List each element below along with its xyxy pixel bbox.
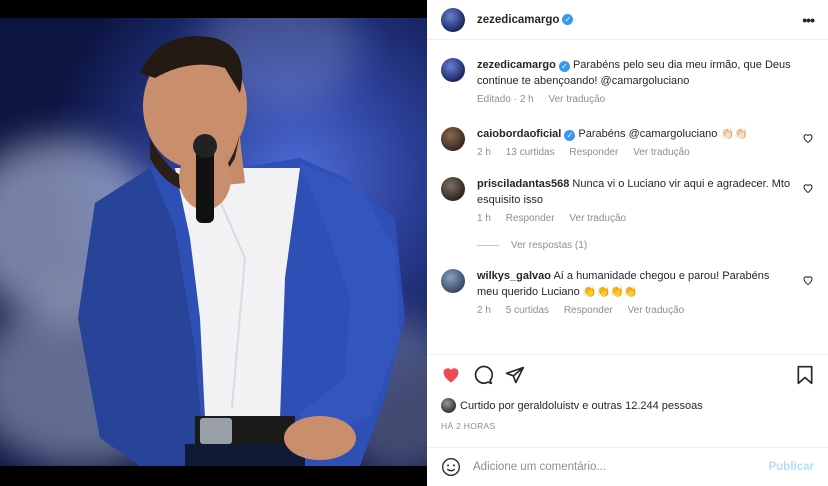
replies-divider: [477, 245, 499, 246]
comment-time: 1 h: [477, 213, 491, 224]
singer-figure: [78, 36, 405, 466]
commenter-username[interactable]: wilkys_galvao: [477, 270, 551, 282]
commenter-username[interactable]: caioborda​oficial: [477, 128, 561, 140]
likes-text[interactable]: Curtido por geraldoluistv e outras 12.24…: [460, 400, 703, 412]
caption-avatar[interactable]: [441, 58, 465, 82]
comment-input[interactable]: Adicione um comentário...: [473, 461, 769, 473]
likes-summary[interactable]: Curtido por geraldoluistv e outras 12.24…: [441, 398, 703, 413]
commenter-username[interactable]: prisciladantas568: [477, 178, 569, 190]
comment-text: Parabéns @camargoluciano 👏🏻👏🏻: [578, 128, 748, 140]
liker-avatar: [441, 398, 456, 413]
post-photo: [0, 18, 427, 466]
commenter-avatar[interactable]: [441, 177, 465, 201]
liked-heart-icon[interactable]: [441, 365, 461, 385]
author-username[interactable]: zezedicamargo: [477, 14, 559, 26]
translate-link[interactable]: Ver tradução: [633, 147, 690, 158]
instagram-post-modal: zezedicamargo ✓ ••• zezedicamargo ✓ Parab…: [0, 0, 828, 486]
comment-item: wilkys_galvao Aí a humanidade chegou e p…: [441, 268, 814, 316]
caption-username[interactable]: zezedicamargo: [477, 59, 556, 71]
like-comment-icon[interactable]: [802, 274, 814, 286]
share-icon[interactable]: [505, 365, 525, 385]
commenter-avatar[interactable]: [441, 127, 465, 151]
reply-button[interactable]: Responder: [506, 213, 555, 224]
author-avatar[interactable]: [441, 7, 465, 32]
comment-icon[interactable]: [473, 365, 493, 385]
comment-item: prisciladantas568 Nunca vi o Luciano vir…: [441, 176, 814, 224]
edited-label: Editado · 2 h: [477, 94, 534, 105]
post-actions: [427, 354, 828, 394]
translate-link[interactable]: Ver tradução: [628, 305, 685, 316]
publish-button[interactable]: Publicar: [769, 461, 814, 473]
translate-link[interactable]: Ver tradução: [569, 213, 626, 224]
add-comment-bar: Adicione um comentário... Publicar: [427, 447, 828, 486]
comments-list[interactable]: zezedicamargo ✓ Parabéns pelo seu dia meu…: [427, 41, 828, 353]
post-timestamp: HÁ 2 HORAS: [441, 421, 496, 431]
comment-likes[interactable]: 5 curtidas: [506, 305, 549, 316]
like-comment-icon[interactable]: [802, 132, 814, 144]
verified-icon: ✓: [564, 130, 576, 141]
verified-icon: ✓: [558, 61, 570, 72]
comment-time: 2 h: [477, 147, 491, 158]
emoji-icon[interactable]: [441, 457, 461, 477]
verified-icon: ✓: [562, 14, 574, 25]
view-replies-label[interactable]: Ver respostas (1): [511, 240, 587, 251]
post-sidebar: zezedicamargo ✓ ••• zezedicamargo ✓ Parab…: [427, 0, 828, 486]
save-bookmark-icon[interactable]: [796, 365, 814, 385]
caption: zezedicamargo ✓ Parabéns pelo seu dia meu…: [441, 57, 814, 105]
post-header: zezedicamargo ✓ •••: [427, 0, 828, 40]
comment-time: 2 h: [477, 305, 491, 316]
comment-likes[interactable]: 13 curtidas: [506, 147, 555, 158]
reply-button[interactable]: Responder: [564, 305, 613, 316]
more-options-icon[interactable]: •••: [802, 12, 815, 28]
translate-link[interactable]: Ver tradução: [549, 94, 606, 105]
view-replies[interactable]: Ver respostas (1): [477, 240, 814, 251]
like-comment-icon[interactable]: [802, 182, 814, 194]
commenter-avatar[interactable]: [441, 269, 465, 293]
reply-button[interactable]: Responder: [569, 147, 618, 158]
comment-item: caioborda​oficial ✓ Parabéns @camargoluci…: [441, 126, 814, 158]
